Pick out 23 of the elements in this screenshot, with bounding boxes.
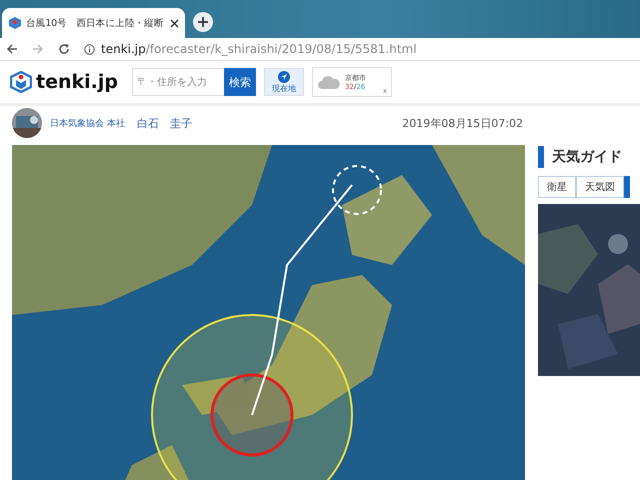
- tab-title: 台風10号 西日本に上陸・縦断: [26, 16, 165, 30]
- address-bar[interactable]: tenki.jp/forecaster/k_shiraishi/2019/08/15/5581.html: [84, 42, 417, 56]
- current-location-button[interactable]: 現在地: [264, 68, 304, 96]
- browser-tab[interactable]: 台風10号 西日本に上陸・縦断: [2, 8, 185, 38]
- close-icon[interactable]: [170, 18, 179, 28]
- back-icon[interactable]: [6, 43, 18, 55]
- location-arrow-icon: [278, 70, 290, 82]
- logo-icon: [10, 71, 32, 93]
- site-logo[interactable]: tenki.jp: [36, 71, 118, 93]
- search-button[interactable]: 検索: [224, 68, 256, 96]
- reload-icon[interactable]: [58, 43, 70, 55]
- cloud-icon: [316, 74, 341, 90]
- section-title: 天気ガイド: [538, 146, 640, 168]
- author-link[interactable]: 白石 圭子: [136, 116, 192, 130]
- tab[interactable]: 衛星: [538, 176, 576, 198]
- search-field[interactable]: 〒・住所を入力: [132, 68, 224, 96]
- info-icon[interactable]: [84, 44, 95, 54]
- tab[interactable]: 天気図: [576, 176, 624, 198]
- plus-icon: [198, 17, 208, 27]
- new-tab-button[interactable]: [193, 12, 213, 32]
- organization-link[interactable]: 日本気象協会 本社: [50, 116, 125, 130]
- publish-date: 2019年08月15日07:02: [402, 116, 523, 130]
- site-favicon-icon: [8, 16, 22, 30]
